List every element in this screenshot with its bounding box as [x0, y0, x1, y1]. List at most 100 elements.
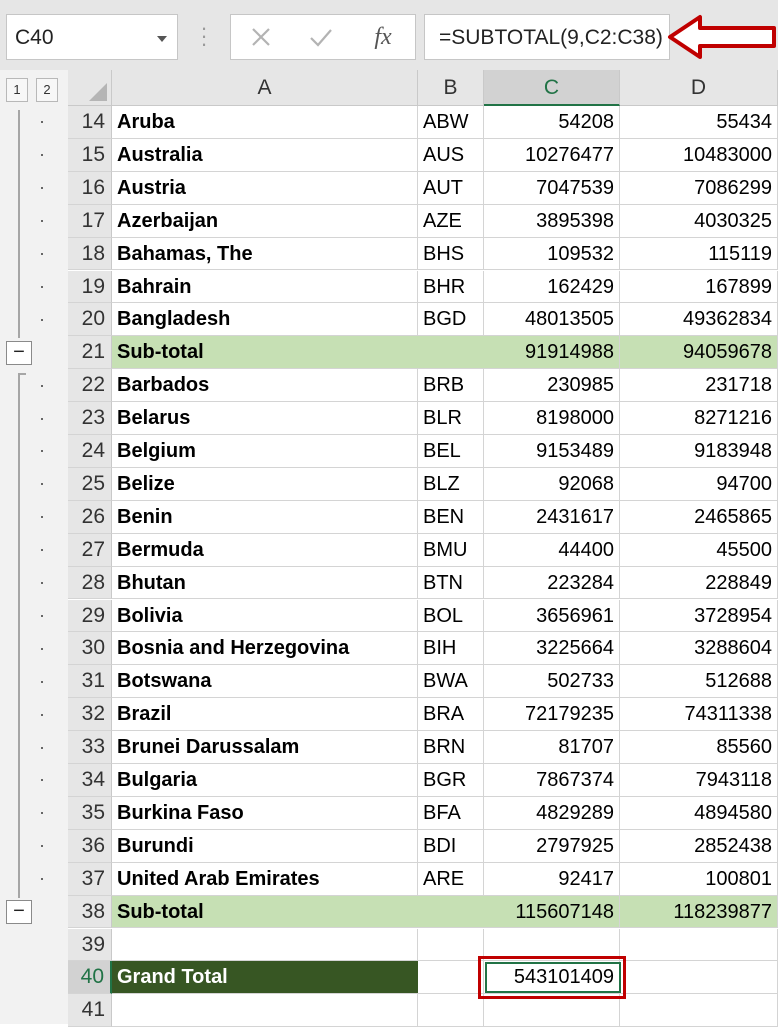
cell-country[interactable]: Austria [112, 171, 418, 205]
cell-value-d[interactable] [620, 994, 778, 1027]
cell-value-d[interactable] [620, 928, 778, 962]
cell-value-d[interactable] [620, 961, 778, 995]
column-header-c[interactable]: C [484, 70, 620, 106]
cell-country[interactable]: Burundi [112, 829, 418, 863]
formula-input[interactable]: =SUBTOTAL(9,C2:C38) [424, 14, 670, 60]
cell-value-d[interactable]: 2852438 [620, 829, 778, 863]
cell-value-c[interactable]: 9153489 [484, 435, 620, 468]
cell-value-c[interactable]: 2797925 [484, 829, 620, 863]
cell-value-c[interactable]: 44400 [484, 533, 620, 567]
row-header[interactable]: 33 [68, 731, 112, 764]
cell-value-d[interactable]: 2465865 [620, 500, 778, 534]
chevron-down-icon[interactable] [157, 36, 167, 42]
row-header[interactable]: 37 [68, 862, 112, 896]
row-header[interactable]: 34 [68, 764, 112, 797]
row-header[interactable]: 27 [68, 533, 112, 567]
cell-value-d[interactable]: 4030325 [620, 204, 778, 238]
cell-value-d[interactable]: 55434 [620, 106, 778, 139]
row-header[interactable]: 39 [68, 928, 112, 962]
cell-country[interactable]: Bulgaria [112, 764, 418, 797]
cell-value-c[interactable]: 92068 [484, 467, 620, 501]
cell-value-c[interactable]: 109532 [484, 237, 620, 271]
cell-code[interactable] [418, 961, 484, 995]
row-header[interactable]: 14 [68, 106, 112, 139]
cell-value-d[interactable]: 3728954 [620, 599, 778, 633]
cross-icon[interactable] [241, 21, 281, 53]
check-icon[interactable] [301, 21, 341, 53]
cell-code[interactable]: ABW [418, 106, 484, 139]
cell-country[interactable]: Burkina Faso [112, 796, 418, 830]
cell-country[interactable]: Brazil [112, 698, 418, 732]
cell-code[interactable]: BDI [418, 829, 484, 863]
cell-value-d[interactable]: 3288604 [620, 632, 778, 666]
row-header[interactable]: 19 [68, 270, 112, 304]
cell-value-d[interactable]: 85560 [620, 731, 778, 764]
cell-country[interactable]: Bermuda [112, 533, 418, 567]
cell-country[interactable]: Botswana [112, 665, 418, 699]
cell-code[interactable]: BHR [418, 270, 484, 304]
row-header[interactable]: 20 [68, 303, 112, 337]
row-header[interactable]: 35 [68, 796, 112, 830]
row-header[interactable]: 32 [68, 698, 112, 732]
cell-value-d[interactable]: 100801 [620, 862, 778, 896]
collapse-group-button[interactable]: − [6, 340, 32, 365]
cell-value-d[interactable]: 8271216 [620, 402, 778, 435]
cell-country[interactable]: Brunei Darussalam [112, 731, 418, 764]
row-header[interactable]: 18 [68, 237, 112, 271]
column-header-b[interactable]: B [418, 70, 484, 106]
cell-value-c[interactable]: 72179235 [484, 698, 620, 732]
cell-country[interactable]: United Arab Emirates [112, 862, 418, 896]
cell-value-d[interactable]: 74311338 [620, 698, 778, 732]
cell-country[interactable]: Bangladesh [112, 303, 418, 337]
row-header[interactable]: 40 [68, 961, 112, 995]
cell-code[interactable]: BLZ [418, 467, 484, 501]
row-header[interactable]: 28 [68, 566, 112, 600]
cell-code[interactable]: BLR [418, 402, 484, 435]
cell-value-c[interactable]: 10276477 [484, 138, 620, 172]
cell-code[interactable]: BTN [418, 566, 484, 600]
cell-value-c[interactable]: 3225664 [484, 632, 620, 666]
cell-value-c[interactable]: 3895398 [484, 204, 620, 238]
subtotal-label[interactable]: Sub-total [112, 895, 484, 929]
row-header[interactable]: 17 [68, 204, 112, 238]
cell-code[interactable]: BRN [418, 731, 484, 764]
cell-value-c[interactable]: 3656961 [484, 599, 620, 633]
cell-value-d[interactable]: 118239877 [620, 895, 778, 929]
outline-level-2-button[interactable]: 2 [36, 78, 58, 102]
cell-value-c[interactable]: 91914988 [484, 336, 620, 370]
cell-country[interactable] [112, 994, 418, 1027]
cell-value-c[interactable]: 4829289 [484, 796, 620, 830]
cell-value-d[interactable]: 9183948 [620, 435, 778, 468]
cell-country[interactable] [112, 928, 418, 962]
row-header[interactable]: 22 [68, 369, 112, 403]
cell-value-c[interactable]: 7867374 [484, 764, 620, 797]
cell-value-c[interactable]: 223284 [484, 566, 620, 600]
cell-value-c[interactable]: 2431617 [484, 500, 620, 534]
row-header[interactable]: 24 [68, 435, 112, 468]
row-header[interactable]: 26 [68, 500, 112, 534]
select-all-button[interactable] [68, 70, 112, 106]
cell-code[interactable] [418, 994, 484, 1027]
cell-value-d[interactable]: 94700 [620, 467, 778, 501]
cell-value-c[interactable]: 54208 [484, 106, 620, 139]
cell-country[interactable]: Azerbaijan [112, 204, 418, 238]
cell-country[interactable]: Belarus [112, 402, 418, 435]
outline-level-1-button[interactable]: 1 [6, 78, 28, 102]
name-box[interactable]: C40 [6, 14, 178, 60]
cell-country[interactable]: Bolivia [112, 599, 418, 633]
row-header[interactable]: 41 [68, 994, 112, 1027]
row-header[interactable]: 31 [68, 665, 112, 699]
cell-code[interactable]: BHS [418, 237, 484, 271]
cell-value-c[interactable]: 162429 [484, 270, 620, 304]
cell-value-d[interactable]: 167899 [620, 270, 778, 304]
cell-country[interactable]: Bosnia and Herzegovina [112, 632, 418, 666]
cell-value-d[interactable]: 10483000 [620, 138, 778, 172]
cell-code[interactable] [418, 928, 484, 962]
cell-code[interactable]: BWA [418, 665, 484, 699]
subtotal-label[interactable]: Sub-total [112, 336, 484, 370]
row-header[interactable]: 15 [68, 138, 112, 172]
row-header[interactable]: 25 [68, 467, 112, 501]
cell-value-d[interactable]: 115119 [620, 237, 778, 271]
cell-code[interactable]: BEN [418, 500, 484, 534]
column-header-d[interactable]: D [620, 70, 778, 106]
